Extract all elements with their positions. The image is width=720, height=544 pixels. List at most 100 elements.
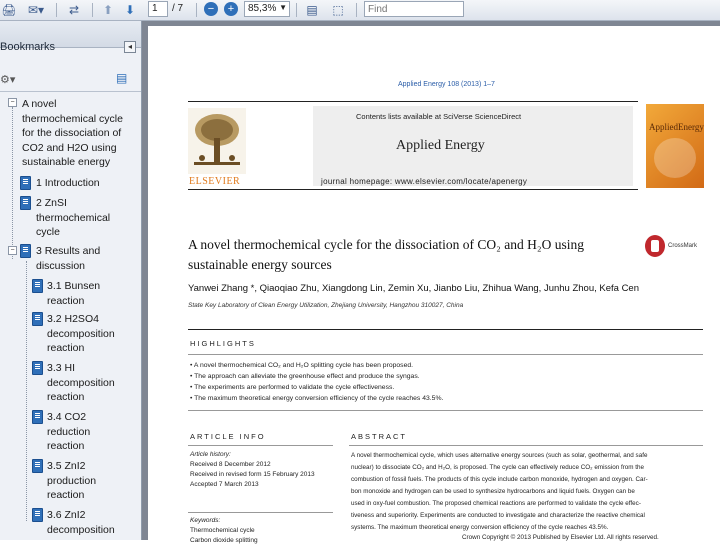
header-rule: [188, 189, 638, 190]
bookmark-item-results[interactable]: 3 Results and discussion: [36, 244, 100, 273]
zoom-out-icon[interactable]: −: [204, 2, 218, 16]
bookmark-icon: [32, 312, 43, 326]
bookmarks-panel: Bookmarks ◂ ⚙▾ ▤ − A novel thermochemica…: [0, 21, 142, 540]
collapse-toggle-icon[interactable]: −: [8, 246, 17, 255]
highlight-item: • The maximum theoretical energy convers…: [190, 395, 444, 402]
article-title-line-1: A novel thermochemical cycle for the dis…: [188, 237, 584, 252]
bookmark-item-znsi-cycle[interactable]: 2 ZnSI thermochemical cycle: [36, 196, 110, 240]
share-icon[interactable]: ⇄: [64, 2, 84, 17]
previous-page-icon[interactable]: ⬆: [100, 2, 116, 17]
bookmark-line: reaction: [47, 342, 85, 354]
toolbar: 🖨 ✉▾ ⇄ ⬆ ⬇ 1 / 7 − + 85,3% ▼ ▤ ⬚: [0, 0, 720, 21]
bookmark-line: for the dissociation of: [22, 127, 122, 139]
fit-page-icon[interactable]: ▤: [304, 2, 320, 17]
bookmark-item-hi[interactable]: 3.3 HI decomposition reaction: [47, 361, 115, 405]
contents-line: Contents lists available at SciVerse Sci…: [356, 112, 522, 121]
page-total: / 7: [172, 3, 184, 14]
bookmarks-title: Bookmarks: [0, 41, 56, 53]
bookmark-icon: [20, 176, 31, 190]
revised-date: Received in revised form 15 February 201…: [190, 471, 315, 478]
bookmark-line: 1 Introduction: [36, 177, 100, 189]
section-rule: [188, 354, 703, 355]
zoom-in-icon[interactable]: +: [224, 2, 238, 16]
bookmark-line: decomposition: [47, 327, 115, 340]
bookmark-line: CO2 and H2O using: [22, 141, 117, 154]
cover-graphic: [654, 138, 696, 178]
crossmark-label: CrossMark: [668, 243, 698, 249]
bookmark-item-h2so4[interactable]: 3.2 H2SO4 decomposition reaction: [47, 312, 115, 356]
toolbar-separator: [56, 3, 57, 17]
article-history-label: Article history:: [190, 451, 231, 458]
bookmark-item-co2[interactable]: 3.4 CO2 reduction reaction: [47, 410, 90, 454]
next-page-icon[interactable]: ⬇: [122, 2, 138, 17]
section-rule: [188, 329, 703, 330]
chevron-down-icon: ▼: [279, 3, 287, 12]
keywords-heading: Keywords:: [190, 517, 221, 524]
page-number-input[interactable]: 1: [148, 1, 168, 17]
abstract-line: tiveness and superiority. Experiments ar…: [351, 512, 645, 519]
find-input[interactable]: [364, 1, 464, 17]
crossmark-icon[interactable]: [645, 235, 665, 257]
bookmark-line: reduction: [47, 425, 91, 438]
publisher-logo: ELSEVIER: [189, 176, 241, 187]
accepted-date: Accepted 7 March 2013: [190, 481, 259, 488]
article-info-heading: ARTICLE INFO: [190, 432, 266, 441]
abstract-line: bon monoxide and hydrogen can be used to…: [351, 488, 635, 495]
bookmark-item-zni2-production[interactable]: 3.5 ZnI2 production reaction: [47, 459, 96, 503]
keyword: Thermochemical cycle: [190, 527, 255, 534]
highlight-text: The approach can alleviate the greenhous…: [194, 373, 420, 380]
close-icon[interactable]: ◂: [124, 41, 136, 53]
bookmark-icon: [32, 508, 43, 522]
bookmark-icon: [32, 279, 43, 293]
abstract-line: nuclear) to dissociate CO₂ and H₂O, is p…: [351, 464, 645, 471]
authors: Yanwei Zhang *, Qiaoqiao Zhu, Xiangdong …: [188, 283, 640, 294]
abstract-line: combustion of fossil fuels. The products…: [351, 476, 648, 483]
bookmark-line: cycle: [36, 226, 60, 238]
toolbar-separator: [356, 3, 357, 17]
bookmark-line: reaction: [47, 440, 85, 452]
highlight-item: • The approach can alleviate the greenho…: [190, 373, 420, 380]
bookmark-line: 3.6 ZnI2: [47, 509, 86, 521]
highlight-text: The maximum theoretical energy conversio…: [194, 395, 444, 402]
bookmark-line: reaction: [47, 489, 85, 501]
bookmark-line: reaction: [47, 294, 85, 307]
bookmark-icon: [32, 410, 43, 424]
received-date: Received 8 December 2012: [190, 461, 271, 468]
highlight-item: • A novel thermochemical CO₂ and H₂O spl…: [190, 362, 414, 369]
citation[interactable]: Applied Energy 108 (2013) 1–7: [398, 81, 495, 88]
bookmark-icon: [32, 459, 43, 473]
zoom-level-select[interactable]: 85,3% ▼: [244, 1, 290, 17]
collapse-toggle-icon[interactable]: −: [8, 98, 17, 107]
bookmark-line: production: [47, 474, 97, 487]
bookmark-item-zni2-decomposition[interactable]: 3.6 ZnI2 decomposition: [47, 508, 115, 537]
toolbar-separator: [196, 3, 197, 17]
section-rule: [188, 512, 333, 513]
bookmark-icon: [20, 244, 31, 258]
tree-line: [12, 107, 13, 259]
bookmark-line: thermochemical cycle: [22, 112, 123, 125]
options-gear-icon[interactable]: ⚙▾: [0, 73, 15, 86]
abstract-heading: ABSTRACT: [351, 432, 408, 441]
bookmark-line: decomposition: [47, 376, 115, 389]
keyword: Carbon dioxide splitting: [190, 537, 258, 544]
bookmark-line: 3.5 ZnI2: [47, 460, 86, 472]
toolbar-separator: [92, 3, 93, 17]
toolbar-separator: [296, 3, 297, 17]
bookmark-line: 3.1 Bunsen: [47, 280, 101, 292]
bookmark-item-introduction[interactable]: 1 Introduction: [36, 176, 100, 191]
bookmark-item-bunsen[interactable]: 3.1 Bunsen reaction: [47, 279, 100, 308]
highlight-item: • The experiments are performed to valid…: [190, 384, 395, 391]
bookmark-line: 3.3 HI: [47, 362, 76, 374]
affiliation: State Key Laboratory of Clean Energy Uti…: [188, 302, 464, 309]
pdf-page[interactable]: Applied Energy 108 (2013) 1–7 Contents l…: [148, 26, 720, 544]
expand-bookmark-icon[interactable]: ▤: [116, 71, 130, 85]
bookmark-icon: [32, 361, 43, 375]
bookmark-line: 3 Results and: [36, 245, 101, 257]
bookmark-icon: [20, 196, 31, 210]
cover-title: AppliedEnergy: [649, 122, 704, 132]
section-rule: [349, 445, 703, 446]
bookmark-item-title[interactable]: A novel thermochemical cycle for the dis…: [22, 97, 123, 170]
fit-width-icon[interactable]: ⬚: [330, 2, 346, 17]
email-icon[interactable]: ✉▾: [24, 2, 48, 17]
print-icon[interactable]: 🖨: [1, 2, 16, 17]
